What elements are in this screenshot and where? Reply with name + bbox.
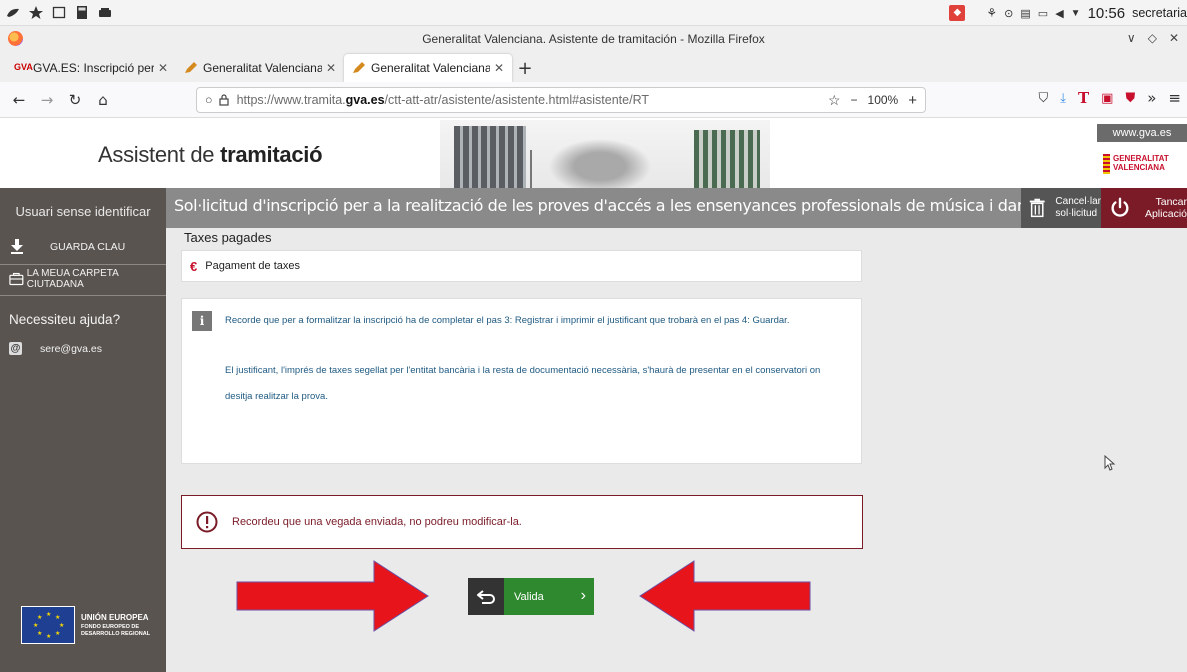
annotation-arrow-left xyxy=(639,560,811,632)
return-arrow-icon xyxy=(477,589,495,604)
annotation-arrow-right xyxy=(236,560,429,632)
power-icon xyxy=(1111,197,1129,217)
remote-app-icon[interactable]: ◆ xyxy=(949,5,966,21)
os-top-panel: ◆ ⚘ ⊙ ▤ ▭ ◀ ▼ 10:56 secretaria xyxy=(0,0,1187,26)
window-icon[interactable] xyxy=(52,6,66,19)
clipboard-icon[interactable]: ⊙ xyxy=(1004,7,1013,20)
gva-favicon-icon: GVA xyxy=(14,62,33,72)
eu-funding-logo: ★ ★ ★ ★ ★ ★ ★ ★ UNIÓN EUROPEA FONDO EUROPEO D… xyxy=(21,606,150,644)
info-paragraph-3: desitja realitzar la prova. xyxy=(225,391,328,402)
url-bar[interactable]: ○ https://www.tramita. gva.es/ctt-att-atr… xyxy=(196,87,926,113)
maximize-icon[interactable]: ◇ xyxy=(1148,31,1157,45)
drive-icon[interactable] xyxy=(98,6,112,19)
close-tab-icon[interactable]: ✕ xyxy=(494,61,504,75)
exclamation-circle-icon xyxy=(196,511,218,533)
firefox-logo-icon xyxy=(8,31,23,46)
display-icon[interactable]: ▭ xyxy=(1038,7,1048,20)
close-tab-icon[interactable]: ✕ xyxy=(158,61,168,75)
user-name[interactable]: secretaria xyxy=(1132,6,1187,20)
url-path: /ctt-att-atr/asistente/asistente.html#as… xyxy=(384,93,650,107)
at-icon: @ xyxy=(9,342,22,355)
eu-flag-icon: ★ ★ ★ ★ ★ ★ ★ ★ xyxy=(21,606,75,644)
mouse-cursor-icon xyxy=(1104,455,1116,471)
tab-gva[interactable]: GVA GVA.ES: Inscripció per a la ✕ xyxy=(6,54,176,82)
notes-icon[interactable]: ▤ xyxy=(1020,7,1030,20)
folder-icon xyxy=(9,272,24,286)
window-title: Generalitat Valenciana. Asistente de tra… xyxy=(422,32,765,46)
minimize-icon[interactable]: ∨ xyxy=(1127,31,1136,45)
back-icon[interactable]: ← xyxy=(6,87,32,113)
pen-favicon-icon xyxy=(185,62,197,73)
forward-icon[interactable]: → xyxy=(34,87,60,113)
trash-icon xyxy=(1029,198,1045,218)
overflow-menu-icon[interactable]: » xyxy=(1147,89,1156,107)
save-key-button[interactable]: GUARDA CLAU xyxy=(0,236,166,258)
star-icon[interactable] xyxy=(29,6,43,19)
reload-icon[interactable]: ↻ xyxy=(62,87,88,113)
app-title: Assistent de tramitació xyxy=(98,142,323,167)
window-title-bar: Generalitat Valenciana. Asistente de tra… xyxy=(0,26,1187,52)
app-menu-icon[interactable] xyxy=(6,6,20,19)
url-prefix: https://www.tramita. xyxy=(236,93,346,107)
close-window-icon[interactable]: ✕ xyxy=(1169,31,1179,45)
hamburger-menu-icon[interactable]: ≡ xyxy=(1168,89,1181,107)
info-paragraph-2: El justificant, l'imprés de taxes segell… xyxy=(225,365,821,376)
chevron-right-icon: › xyxy=(580,587,586,604)
network-icon[interactable]: ⚘ xyxy=(986,6,997,20)
new-tab-button[interactable]: + xyxy=(512,54,538,82)
tab-generalitat-2[interactable]: Generalitat Valenciana. Asi ✕ xyxy=(344,54,512,82)
volume-icon[interactable]: ◀ xyxy=(1055,7,1063,20)
info-paragraph-1: Recorde que per a formalitzar la inscrip… xyxy=(225,315,790,326)
tax-payment-item[interactable]: € Pagament de taxes xyxy=(181,250,862,282)
procedure-title: Sol·licitud d'inscripció per a la realit… xyxy=(174,196,1045,215)
pen-favicon-icon xyxy=(353,62,365,73)
header-building-image xyxy=(440,120,770,188)
calculator-icon[interactable] xyxy=(75,6,89,19)
help-title: Necessiteu ajuda? xyxy=(9,312,121,327)
download-arrow-icon xyxy=(11,239,23,254)
download-icon[interactable]: ⤓ xyxy=(1060,91,1066,106)
cancel-request-button[interactable]: Cancel·lar sol·licitud xyxy=(1021,188,1101,228)
euro-icon: € xyxy=(190,258,198,274)
home-icon[interactable]: ⌂ xyxy=(90,87,116,113)
generalitat-logo[interactable]: GENERALITAT VALENCIANA xyxy=(1103,154,1173,174)
tab-bar: GVA GVA.ES: Inscripció per a la ✕ Genera… xyxy=(0,52,1187,82)
help-email-link[interactable]: @ sere@gva.es xyxy=(9,342,102,355)
info-panel: i Recorde que per a formalitzar la inscr… xyxy=(181,298,862,464)
bookmark-star-icon[interactable]: ☆ xyxy=(828,92,841,109)
section-title: Taxes pagades xyxy=(184,230,272,245)
lock-icon[interactable] xyxy=(218,94,229,106)
zoom-out-button[interactable]: − xyxy=(851,93,858,107)
tab-generalitat-1[interactable]: Generalitat Valenciana. Asi ✕ xyxy=(176,54,344,82)
video-extension-icon[interactable]: ▣ xyxy=(1101,91,1113,106)
close-application-button[interactable]: Tancar Aplicació xyxy=(1101,188,1187,228)
extension-icon[interactable]: ⛉ xyxy=(1038,91,1048,106)
my-citizen-folder-button[interactable]: LA MEUA CARPETA CIUTADANA xyxy=(0,268,166,290)
validate-button[interactable]: Valida › xyxy=(504,578,594,615)
sidebar: GUARDA CLAU LA MEUA CARPETA CIUTADANA Ne… xyxy=(0,228,166,672)
title-band: Usuari sense identificar Sol·licitud d'i… xyxy=(0,188,1187,228)
translate-t-icon[interactable]: T xyxy=(1078,89,1089,107)
tracking-shield-icon[interactable]: ○ xyxy=(205,93,213,107)
zoom-level[interactable]: 100% xyxy=(868,93,899,107)
url-domain: gva.es xyxy=(345,93,385,107)
clock[interactable]: 10:56 xyxy=(1088,5,1126,22)
zoom-in-button[interactable]: + xyxy=(908,92,917,109)
close-tab-icon[interactable]: ✕ xyxy=(326,61,336,75)
navigation-bar: ← → ↻ ⌂ ○ https://www.tramita. gva.es/ctt… xyxy=(0,82,1187,118)
page-header: Assistent de tramitació www.gva.es GENER… xyxy=(0,118,1187,188)
user-status: Usuari sense identificar xyxy=(0,188,166,228)
action-buttons: Valida › xyxy=(468,578,594,615)
warning-message: Recordeu que una vegada enviada, no podr… xyxy=(181,495,863,549)
back-button[interactable] xyxy=(468,578,504,615)
info-icon: i xyxy=(192,311,212,331)
main-content: Taxes pagades € Pagament de taxes i Reco… xyxy=(166,228,1187,672)
gva-site-link[interactable]: www.gva.es xyxy=(1097,124,1187,142)
ublock-icon[interactable]: ⛊ xyxy=(1125,91,1135,106)
dropdown-icon[interactable]: ▼ xyxy=(1071,8,1081,19)
